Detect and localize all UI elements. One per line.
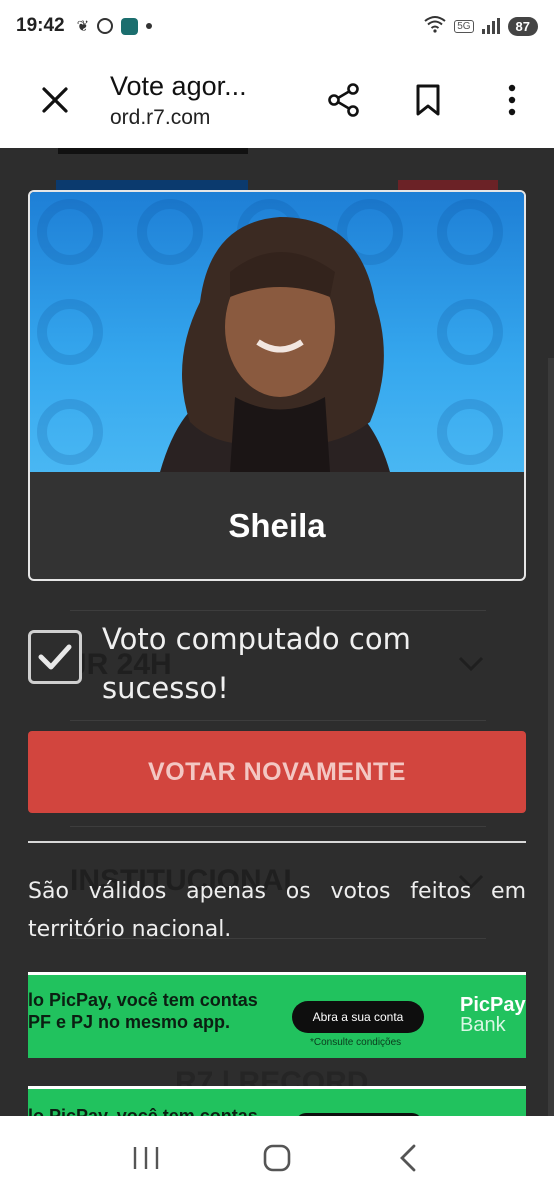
close-button[interactable] — [0, 52, 110, 148]
background-bar — [58, 148, 248, 154]
status-bar: 19:42 ❦ 5G 87 — [0, 0, 554, 52]
system-navbar — [0, 1116, 554, 1200]
back-icon — [400, 1144, 416, 1172]
menu-divider — [70, 826, 486, 827]
home-icon — [263, 1144, 291, 1172]
back-button[interactable] — [378, 1128, 438, 1188]
page-content: JR 24H INSTITUCIONAL Sheila Voto computa… — [0, 148, 554, 1116]
recent-apps-icon — [133, 1147, 158, 1169]
network-badge: 5G — [454, 19, 474, 33]
check-icon — [38, 644, 72, 670]
page-url: ord.r7.com — [110, 105, 211, 129]
more-notifications-icon — [146, 23, 153, 29]
candidate-photo — [30, 192, 524, 472]
picpay-logo: PicPay Bank — [460, 995, 526, 1035]
vote-again-button[interactable]: VOTAR NOVAMENTE — [28, 731, 526, 813]
picpay-ad-banner[interactable]: lo PicPay, você tem contas PF e PJ no me… — [28, 972, 526, 1058]
success-checkbox — [28, 630, 82, 684]
ad-headline: lo PicPay, você tem contas — [28, 1106, 258, 1116]
menu-divider — [70, 610, 486, 611]
leaf-icon: ❦ — [76, 18, 90, 35]
page-title: Vote agor... — [110, 70, 247, 101]
bookmark-button[interactable] — [386, 52, 470, 148]
home-button[interactable] — [247, 1128, 307, 1188]
ad-brand-name: PicPay — [460, 994, 526, 1016]
recent-apps-button[interactable] — [116, 1128, 176, 1188]
battery-indicator: 87 — [507, 16, 538, 36]
menu-divider — [70, 720, 486, 721]
ad-cta-button[interactable]: Abra a sua conta — [292, 1001, 424, 1033]
success-message: Voto computado com sucesso! — [102, 622, 411, 705]
chrome-icon — [97, 18, 114, 34]
ad-brand-sub: Bank — [460, 1014, 506, 1036]
background-bar-red — [398, 180, 498, 190]
more-options-button[interactable] — [470, 52, 554, 148]
close-icon — [42, 87, 68, 113]
chevron-down-icon — [458, 656, 484, 677]
signal-icon — [481, 18, 500, 34]
ad-fine-print: *Consulte condições — [310, 1037, 402, 1048]
share-button[interactable] — [302, 52, 386, 148]
picpay-ad-banner-second[interactable]: lo PicPay, você tem contas — [28, 1086, 526, 1116]
notification-icons: ❦ — [77, 17, 153, 35]
wifi-icon — [424, 15, 446, 38]
candidate-name: Sheila — [228, 506, 326, 544]
candidate-card: Sheila — [28, 190, 526, 581]
background-bar-blue — [56, 180, 248, 190]
app-icon — [121, 17, 139, 35]
status-time: 19:42 — [16, 15, 65, 36]
bookmark-icon — [416, 84, 440, 116]
title-block: Vote agor... ord.r7.com — [110, 71, 302, 130]
scrollbar[interactable] — [548, 358, 554, 1116]
browser-toolbar: Vote agor... ord.r7.com — [0, 52, 554, 148]
ad-headline: lo PicPay, você tem contas PF e PJ no me… — [28, 990, 258, 1032]
national-votes-note: São válidos apenas os votos feitos em te… — [28, 879, 526, 942]
more-vert-icon — [508, 84, 516, 116]
divider — [28, 841, 526, 843]
share-icon — [328, 83, 359, 117]
